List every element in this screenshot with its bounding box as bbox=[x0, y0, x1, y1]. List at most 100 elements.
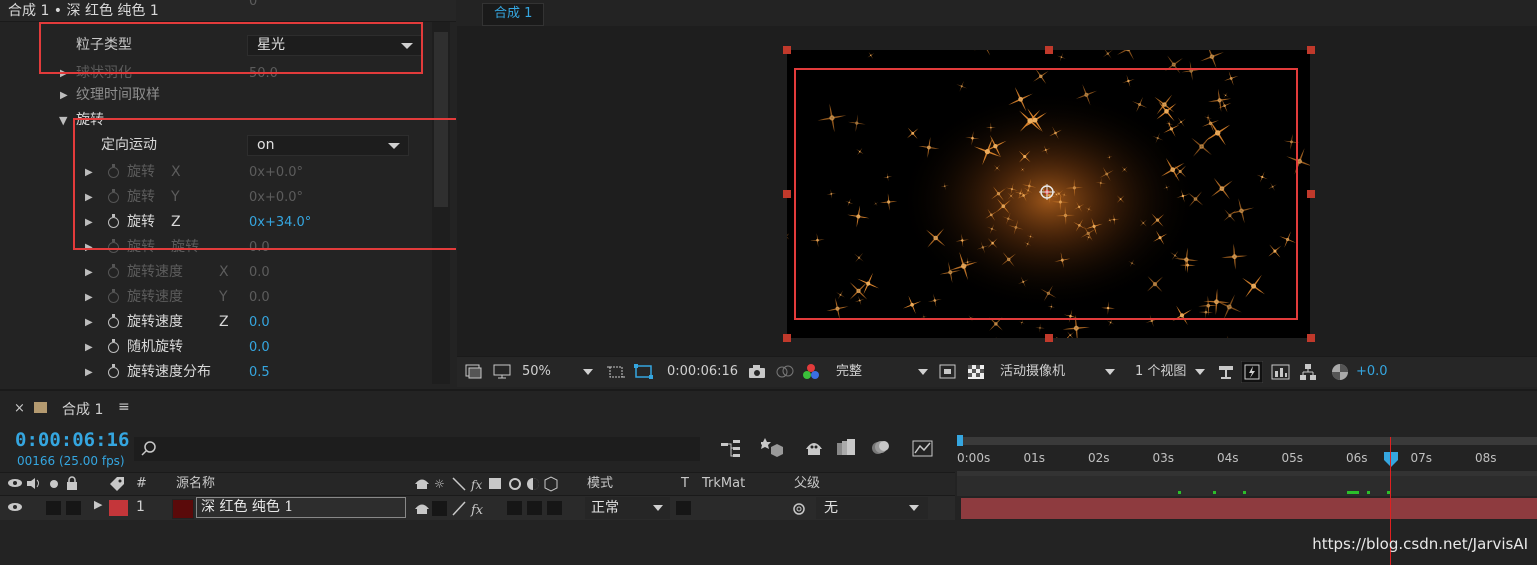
expand-triangle-icon[interactable]: ▶ bbox=[85, 285, 93, 310]
rotation-speed-z-value[interactable]: 0.0 bbox=[249, 310, 270, 335]
camera-snapshot-icon[interactable] bbox=[748, 364, 766, 379]
ruler-tick-label: 03s bbox=[1153, 451, 1175, 465]
expand-triangle-icon[interactable]: ▶ bbox=[60, 83, 68, 108]
layer-duration-bar[interactable] bbox=[961, 498, 1537, 519]
random-rotation-value[interactable]: 0.0 bbox=[249, 335, 270, 360]
expand-triangle-icon[interactable]: ▶ bbox=[85, 310, 93, 335]
switch-checkbox[interactable] bbox=[507, 501, 522, 515]
mode-value: 正常 bbox=[591, 500, 619, 516]
timeline-timecode[interactable]: 0:00:06:16 bbox=[15, 429, 129, 451]
stopwatch-icon[interactable] bbox=[108, 317, 119, 328]
playhead-icon[interactable] bbox=[1383, 451, 1399, 469]
tab-timeline-composition[interactable]: 合成 1 bbox=[62, 399, 103, 419]
effect-controls-panel: 合成 1 • 深 红色 纯色 1 0 粒子类型 星光 ▶ 球状羽化 50.0 ▶… bbox=[0, 0, 456, 386]
texture-time-label: 纹理时间取样 bbox=[76, 83, 160, 108]
pick-whip-icon[interactable] bbox=[792, 501, 808, 516]
transform-handle[interactable] bbox=[1307, 190, 1315, 198]
tab-composition[interactable]: 合成 1 bbox=[482, 3, 544, 26]
layer-row[interactable]: ▶ 1 深 红色 纯色 1 fx 正常 无 bbox=[0, 496, 955, 520]
collapse-triangle-icon[interactable]: ▼ bbox=[59, 108, 67, 133]
rotation-speed-dist-value[interactable]: 0.5 bbox=[249, 360, 270, 385]
transform-handle[interactable] bbox=[783, 190, 791, 198]
graph-editor-icon[interactable] bbox=[912, 438, 934, 458]
comp-mini-flowchart-icon[interactable] bbox=[721, 440, 741, 458]
parent-dropdown[interactable]: 无 bbox=[816, 497, 928, 519]
highlight-box-canvas bbox=[794, 68, 1298, 320]
layer-label-color[interactable] bbox=[109, 500, 128, 516]
eye-icon[interactable] bbox=[7, 477, 23, 490]
region-of-interest-icon[interactable] bbox=[607, 364, 625, 380]
draft-3d-icon[interactable] bbox=[761, 436, 783, 458]
chevron-down-icon[interactable] bbox=[918, 369, 928, 375]
switch-checkbox[interactable] bbox=[547, 501, 562, 515]
chevron-down-icon[interactable] bbox=[1195, 369, 1205, 375]
audio-icon[interactable] bbox=[26, 477, 42, 490]
shy-layers-icon[interactable] bbox=[804, 439, 824, 457]
transform-handle[interactable] bbox=[1307, 334, 1315, 342]
flowchart-icon[interactable] bbox=[1299, 363, 1317, 381]
fast-previews-icon[interactable] bbox=[1241, 361, 1263, 383]
ruler-tick-label: 07s bbox=[1411, 451, 1433, 465]
views-select[interactable]: 1 个视图 bbox=[1135, 357, 1186, 387]
layer-search-input[interactable] bbox=[134, 437, 700, 461]
solo-icon[interactable] bbox=[50, 480, 58, 488]
expand-triangle-icon[interactable]: ▶ bbox=[85, 260, 93, 285]
lock-icon[interactable] bbox=[66, 476, 78, 491]
panel-menu-icon[interactable]: ≡ bbox=[118, 399, 130, 415]
time-ruler[interactable]: 0:00s01s02s03s04s05s06s07s08s bbox=[957, 435, 1537, 475]
transparency-grid-icon[interactable] bbox=[967, 364, 985, 380]
zoom-select[interactable]: 50% bbox=[522, 357, 551, 387]
layer-switches[interactable]: fx bbox=[413, 500, 493, 517]
stopwatch-icon[interactable] bbox=[108, 342, 119, 353]
rotation-speed-dist-label: 旋转速度分布 bbox=[127, 360, 211, 385]
preserve-transparency-checkbox[interactable] bbox=[676, 501, 691, 515]
exposure-value[interactable]: +0.0 bbox=[1356, 357, 1388, 387]
resolution-select[interactable]: 完整 bbox=[836, 357, 862, 387]
motion-blur-icon[interactable] bbox=[870, 438, 890, 458]
layer-name-field[interactable]: 深 红色 纯色 1 bbox=[196, 497, 406, 518]
rotation-speed-y-label: 旋转速度 bbox=[127, 285, 183, 310]
monitor-icon[interactable] bbox=[493, 364, 511, 379]
viewer-timecode[interactable]: 0:00:06:16 bbox=[667, 357, 738, 387]
stopwatch-icon[interactable] bbox=[108, 367, 119, 378]
stopwatch-icon[interactable] bbox=[108, 292, 119, 303]
toggle-pixel-aspect-icon[interactable] bbox=[1217, 364, 1235, 380]
show-snapshot-icon[interactable] bbox=[775, 363, 795, 380]
transform-handle[interactable] bbox=[1045, 334, 1053, 342]
color-channels-icon[interactable] bbox=[802, 363, 820, 380]
transform-handle[interactable] bbox=[1307, 46, 1315, 54]
lock-checkbox[interactable] bbox=[66, 501, 81, 515]
mode-dropdown[interactable]: 正常 bbox=[585, 497, 670, 519]
transform-handle[interactable] bbox=[1045, 46, 1053, 54]
close-icon[interactable]: × bbox=[14, 401, 25, 416]
expand-triangle-icon[interactable]: ▶ bbox=[94, 498, 102, 511]
rotation-speed-y-value[interactable]: 0.0 bbox=[249, 285, 270, 310]
rotation-speed-x-value[interactable]: 0.0 bbox=[249, 260, 270, 285]
label-tag-icon[interactable] bbox=[108, 476, 126, 492]
chevron-down-icon[interactable] bbox=[1105, 369, 1115, 375]
fast-preview-icon[interactable] bbox=[939, 364, 957, 380]
parent-value: 无 bbox=[824, 500, 838, 516]
svg-text:fx: fx bbox=[470, 503, 484, 517]
work-area-bar[interactable] bbox=[957, 437, 1537, 445]
chevron-down-icon[interactable] bbox=[583, 369, 593, 375]
transform-handle[interactable] bbox=[783, 334, 791, 342]
timeline-icon[interactable] bbox=[1271, 363, 1291, 381]
column-source-name[interactable]: 源名称 bbox=[176, 473, 215, 494]
exposure-reset-icon[interactable] bbox=[1330, 362, 1350, 382]
expand-triangle-icon[interactable]: ▶ bbox=[85, 335, 93, 360]
random-rotation-row: ▶ 随机旋转 0.0 bbox=[0, 335, 432, 360]
stopwatch-icon[interactable] bbox=[108, 267, 119, 278]
mask-path-icon[interactable] bbox=[634, 363, 654, 380]
rotation-speed-z-row: ▶ 旋转速度 Z 0.0 bbox=[0, 310, 432, 335]
always-preview-icon[interactable] bbox=[465, 364, 482, 379]
chevron-down-icon bbox=[909, 505, 919, 511]
solo-checkbox[interactable] bbox=[46, 501, 61, 515]
expand-triangle-icon[interactable]: ▶ bbox=[85, 360, 93, 385]
camera-select[interactable]: 活动摄像机 bbox=[1000, 357, 1065, 387]
switch-checkbox[interactable] bbox=[527, 501, 542, 515]
eye-icon[interactable] bbox=[7, 501, 23, 514]
frame-blending-icon[interactable] bbox=[837, 438, 857, 458]
transform-handle[interactable] bbox=[783, 46, 791, 54]
work-area-start-handle[interactable] bbox=[957, 435, 963, 446]
